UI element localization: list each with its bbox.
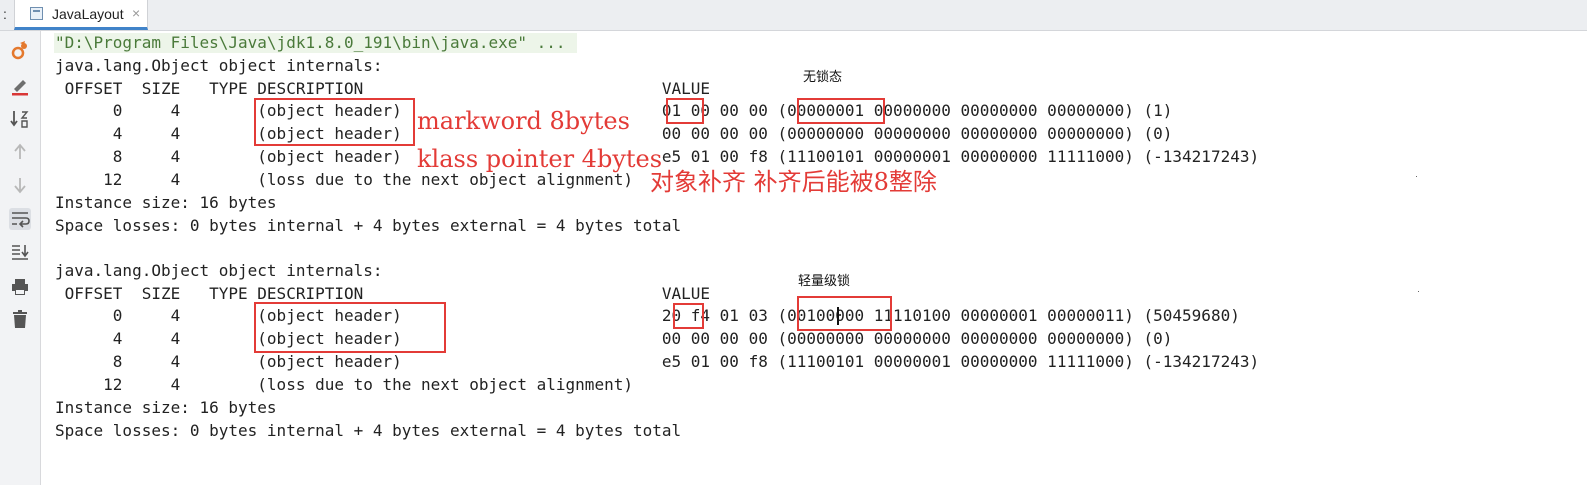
block2-title: java.lang.Object object internals: (55, 261, 383, 280)
close-icon[interactable]: × (132, 5, 140, 21)
down-arrow-icon[interactable] (9, 174, 31, 196)
lightweight-bits-box (797, 296, 892, 331)
sort-icon[interactable] (9, 108, 31, 130)
edit-config-icon[interactable] (9, 75, 31, 97)
scroll-to-end-icon[interactable] (9, 241, 31, 263)
rerun-icon[interactable] (9, 40, 31, 62)
stray-dot (1418, 291, 1419, 292)
block1-title: java.lang.Object object internals: (55, 56, 383, 75)
block2-space-losses: Space losses: 0 bytes internal + 4 bytes… (55, 421, 682, 440)
unlocked-byte-box (666, 98, 704, 124)
lightweight-header-box (254, 302, 446, 353)
block2-header: OFFSET SIZE TYPE DESCRIPTION VALUE (55, 284, 711, 303)
lightweight-lock-label: 轻量级锁 (798, 274, 851, 289)
block2-row-4: 4 4 (object header) 00 00 00 00 (0000000… (55, 329, 1173, 348)
file-icon (30, 7, 43, 20)
markword-header-box (254, 98, 415, 146)
alignment-annotation: 对象补齐 补齐后能被8整除 (650, 168, 937, 196)
stray-dot (1416, 176, 1417, 177)
block1-header: OFFSET SIZE TYPE DESCRIPTION VALUE (55, 79, 711, 98)
print-icon[interactable] (9, 276, 31, 298)
markword-annotation: markword 8bytes (417, 107, 630, 135)
run-toolbar (0, 31, 41, 485)
trash-icon[interactable] (9, 308, 31, 330)
block1-space-losses: Space losses: 0 bytes internal + 4 bytes… (55, 216, 682, 235)
tab-javalayout[interactable]: JavaLayout × (14, 0, 148, 30)
tab-label: JavaLayout (52, 6, 124, 22)
up-arrow-icon[interactable] (9, 141, 31, 163)
block2-row-0: 0 4 (object header) 20 f4 01 03 (0010000… (55, 306, 1240, 325)
editor-tab-bar: : JavaLayout × (0, 0, 1587, 31)
block2-row-8: 8 4 (object header) e5 01 00 f8 (1110010… (55, 352, 1260, 371)
unlocked-bits-box (797, 98, 885, 124)
block2-row-12: 12 4 (loss due to the next object alignm… (55, 375, 633, 394)
klass-pointer-annotation: klass pointer 4bytes (417, 145, 663, 173)
block1-row-12: 12 4 (loss due to the next object alignm… (55, 170, 633, 189)
unlocked-label: 无锁态 (803, 70, 843, 85)
lightweight-byte-box (673, 303, 704, 329)
soft-wrap-icon[interactable] (9, 208, 31, 230)
command-line: "D:\Program Files\Java\jdk1.8.0_191\bin\… (55, 33, 566, 52)
block1-instance-size: Instance size: 16 bytes (55, 193, 277, 212)
tab-bar-prefix: : (3, 6, 7, 22)
block2-instance-size: Instance size: 16 bytes (55, 398, 277, 417)
